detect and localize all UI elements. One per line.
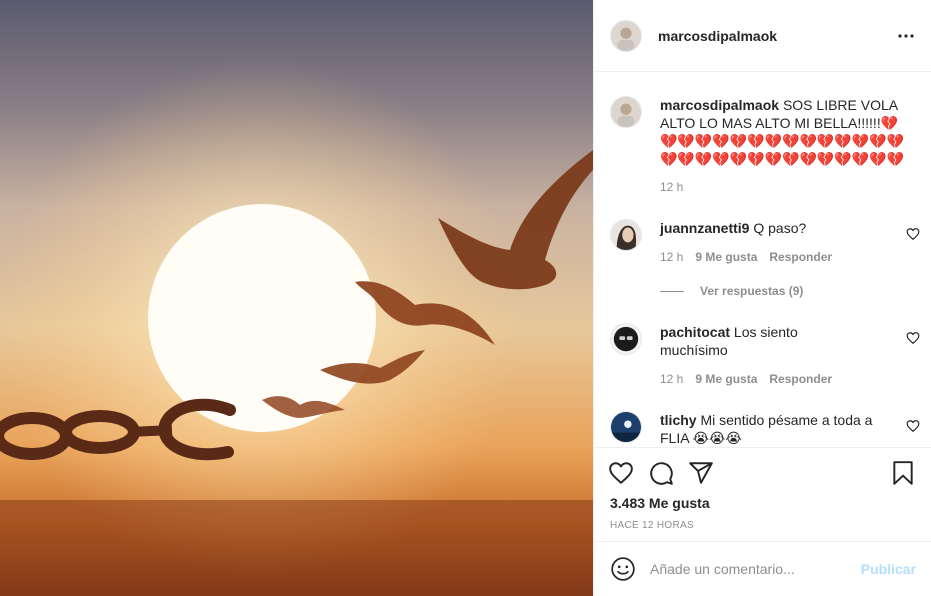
comment-text: Q paso?	[753, 220, 807, 236]
post-actions: 3.483 Me gusta HACE 12 HORAS	[594, 447, 931, 531]
comment-meta: 12 h 9 Me gusta Responder	[660, 372, 844, 386]
caption-username[interactable]: marcosdipalmaok	[660, 97, 779, 113]
publish-button[interactable]: Publicar	[861, 561, 916, 577]
likes-count[interactable]: 3.483 Me gusta	[610, 495, 710, 511]
reply-button[interactable]: Responder	[769, 250, 832, 264]
comment-avatar[interactable]	[610, 219, 642, 251]
comment-username[interactable]: juannzanetti9	[660, 220, 749, 236]
comment-username[interactable]: pachitocat	[660, 324, 730, 340]
view-replies-button[interactable]: Ver respuestas (9)	[660, 284, 803, 298]
caption: marcosdipalmaok SOS LIBRE VOLA ALTO LO M…	[610, 96, 920, 196]
comment-item: tlichy Mi sentido pésame a toda a FLIA 😭…	[610, 411, 920, 447]
emoji-icon[interactable]	[610, 556, 636, 582]
replies-line	[660, 290, 684, 292]
post-sidebar: marcosdipalmaok marcosdipalmaok SOS LIBR…	[593, 0, 931, 596]
reply-button[interactable]: Responder	[769, 372, 832, 386]
comment-input[interactable]	[650, 561, 861, 577]
comment-likes[interactable]: 9 Me gusta	[695, 372, 757, 386]
caption-meta: 12 h	[660, 180, 695, 194]
comment-like-icon[interactable]	[906, 227, 920, 241]
comment-time[interactable]: 12 h	[660, 372, 683, 386]
post-timestamp[interactable]: HACE 12 HORAS	[610, 520, 694, 531]
comment-username[interactable]: tlichy	[660, 412, 697, 428]
view-replies-label: Ver respuestas (9)	[700, 284, 804, 298]
post-dialog: marcosdipalmaok marcosdipalmaok SOS LIBR…	[0, 0, 931, 596]
author-avatar[interactable]	[610, 19, 642, 52]
comments-list[interactable]: marcosdipalmaok SOS LIBRE VOLA ALTO LO M…	[594, 73, 931, 447]
comment-item: pachitocat Los siento muchísimo 12 h 9 M…	[610, 323, 920, 393]
post-header: marcosdipalmaok	[594, 0, 931, 72]
caption-time[interactable]: 12 h	[660, 180, 683, 194]
heart-icon[interactable]	[608, 460, 634, 486]
author-username[interactable]: marcosdipalmaok	[658, 28, 777, 44]
more-options-icon[interactable]	[894, 24, 918, 48]
bookmark-icon[interactable]	[890, 460, 916, 486]
comment-like-icon[interactable]	[906, 331, 920, 345]
add-comment-bar: Publicar	[594, 541, 931, 596]
share-icon[interactable]	[688, 460, 714, 486]
comment-like-icon[interactable]	[906, 419, 920, 433]
comment-icon[interactable]	[648, 460, 674, 486]
comment-item: juannzanetti9 Q paso? 12 h 9 Me gusta Re…	[610, 219, 920, 309]
post-photo[interactable]	[0, 0, 593, 596]
caption-avatar[interactable]	[610, 96, 642, 128]
comment-likes[interactable]: 9 Me gusta	[695, 250, 757, 264]
sunset-birds-chain-image	[0, 0, 593, 596]
comment-meta: 12 h 9 Me gusta Responder	[660, 250, 844, 264]
comment-avatar[interactable]	[610, 323, 642, 355]
comment-time[interactable]: 12 h	[660, 250, 683, 264]
comment-avatar[interactable]	[610, 411, 642, 443]
